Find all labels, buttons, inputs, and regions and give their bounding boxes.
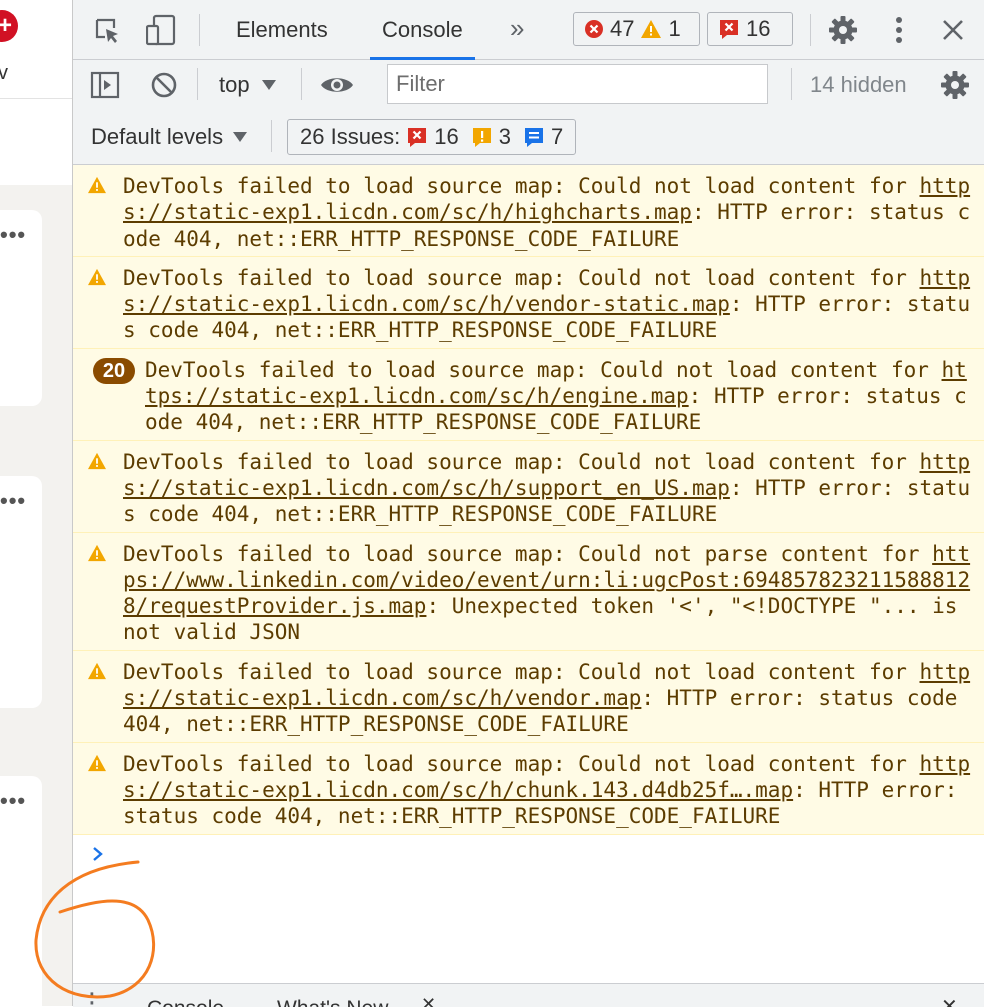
tab-elements[interactable]: Elements bbox=[236, 0, 328, 59]
message-text: DevTools failed to load source map: Coul… bbox=[123, 751, 920, 776]
feed-card: ••• bbox=[0, 210, 42, 406]
message-text: DevTools failed to load source map: Coul… bbox=[123, 659, 920, 684]
console-warning-message[interactable]: DevTools failed to load source map: Coul… bbox=[73, 532, 984, 651]
console-settings-gear-icon[interactable] bbox=[939, 69, 971, 101]
more-options-icon[interactable]: ••• bbox=[0, 788, 26, 814]
issue-warning-icon bbox=[472, 128, 491, 147]
dropdown-arrow-icon bbox=[233, 132, 248, 142]
divider bbox=[197, 68, 198, 100]
notification-plus-icon[interactable]: + bbox=[0, 10, 18, 42]
inspect-element-icon[interactable] bbox=[93, 16, 123, 46]
more-options-icon[interactable]: ••• bbox=[0, 222, 26, 248]
issues-counter[interactable]: 16 bbox=[707, 12, 793, 46]
divider bbox=[810, 14, 811, 46]
device-toolbar-icon[interactable] bbox=[145, 14, 177, 46]
console-grouped-message[interactable]: 20 DevTools failed to load source map: C… bbox=[73, 348, 984, 441]
more-options-icon[interactable]: ••• bbox=[0, 488, 26, 514]
issue-error-icon bbox=[408, 128, 427, 147]
message-text: DevTools failed to load source map: Coul… bbox=[123, 449, 920, 474]
error-count: 47 bbox=[610, 16, 635, 41]
clipped-label: v bbox=[0, 62, 8, 84]
console-toolbar: top 14 hidden bbox=[73, 60, 984, 110]
settings-gear-icon[interactable] bbox=[827, 14, 859, 46]
tab-console[interactable]: Console bbox=[370, 0, 475, 60]
log-levels-dropdown[interactable]: Default levels bbox=[91, 122, 248, 152]
error-warning-counter[interactable]: 47 1 bbox=[573, 12, 700, 46]
devtools-tabbar: Elements Console » 47 1 16 bbox=[73, 0, 984, 60]
more-menu-icon[interactable] bbox=[885, 14, 913, 46]
console-messages: DevTools failed to load source map: Coul… bbox=[73, 165, 984, 879]
warning-icon bbox=[88, 754, 106, 771]
issues-error-count: 16 bbox=[746, 16, 771, 41]
message-text: DevTools failed to load source map: Coul… bbox=[123, 541, 933, 566]
page-header: + v bbox=[0, 0, 72, 99]
console-warning-message[interactable]: DevTools failed to load source map: Coul… bbox=[73, 650, 984, 743]
more-tabs-button[interactable]: » bbox=[510, 0, 524, 59]
divider bbox=[271, 120, 272, 152]
close-icon[interactable] bbox=[939, 16, 967, 44]
message-text: DevTools failed to load source map: Coul… bbox=[123, 265, 920, 290]
warning-count: 1 bbox=[668, 16, 681, 41]
issues-label: 26 Issues: bbox=[300, 124, 401, 149]
console-warning-message[interactable]: DevTools failed to load source map: Coul… bbox=[73, 742, 984, 835]
context-selector[interactable]: top bbox=[219, 70, 276, 100]
context-label: top bbox=[219, 72, 250, 97]
warning-icon bbox=[641, 20, 662, 38]
clear-console-icon[interactable] bbox=[148, 70, 180, 100]
divider bbox=[199, 14, 200, 46]
console-warning-message[interactable]: DevTools failed to load source map: Coul… bbox=[73, 256, 984, 349]
prompt-chevron-icon bbox=[93, 846, 103, 861]
page-content-strip: + v ••• ••• ••• bbox=[0, 0, 72, 1006]
drawer-menu-icon[interactable]: ⋮ bbox=[79, 989, 105, 1007]
console-warning-message[interactable]: DevTools failed to load source map: Coul… bbox=[73, 165, 984, 257]
issues-button[interactable]: 26 Issues: 16 3 7 bbox=[287, 119, 577, 155]
warning-icon bbox=[88, 544, 106, 561]
live-expression-eye-icon[interactable] bbox=[319, 72, 355, 98]
drawer-tabbar: ⋮ Console What's New ✕ ✕ bbox=[73, 983, 984, 1007]
drawer-tab-close-icon[interactable]: ✕ bbox=[421, 994, 436, 1007]
sidebar-toggle-icon[interactable] bbox=[89, 70, 121, 100]
issue-info-icon bbox=[525, 128, 544, 147]
page-section bbox=[0, 99, 72, 185]
message-text: DevTools failed to load source map: Coul… bbox=[145, 357, 942, 382]
issues-warning-count: 3 bbox=[498, 124, 512, 149]
drawer-close-icon[interactable]: ✕ bbox=[941, 994, 958, 1007]
warning-icon bbox=[88, 452, 106, 469]
log-levels-label: Default levels bbox=[91, 124, 224, 149]
devtools-panel: Elements Console » 47 1 16 top Filter 14… bbox=[72, 0, 984, 1007]
console-prompt[interactable] bbox=[73, 834, 984, 879]
warning-icon bbox=[88, 176, 106, 194]
feed-card: ••• bbox=[0, 476, 42, 708]
error-icon bbox=[585, 20, 603, 38]
divider bbox=[791, 68, 792, 100]
issues-error-count: 16 bbox=[434, 124, 459, 149]
console-warning-message[interactable]: DevTools failed to load source map: Coul… bbox=[73, 440, 984, 533]
hidden-messages-count: 14 hidden bbox=[810, 72, 907, 97]
issue-error-icon bbox=[720, 20, 738, 39]
repeat-count-badge: 20 bbox=[93, 357, 135, 384]
issues-info-count: 7 bbox=[551, 124, 564, 149]
dropdown-arrow-icon bbox=[261, 80, 276, 90]
console-toolbar-levels: Default levels 26 Issues: 16 3 7 bbox=[73, 110, 984, 165]
message-text: DevTools failed to load source map: Coul… bbox=[123, 174, 920, 198]
warning-icon bbox=[88, 662, 106, 679]
divider bbox=[301, 68, 302, 100]
filter-input[interactable] bbox=[387, 64, 768, 104]
warning-icon bbox=[88, 268, 106, 285]
feed-card: ••• bbox=[0, 776, 42, 1006]
